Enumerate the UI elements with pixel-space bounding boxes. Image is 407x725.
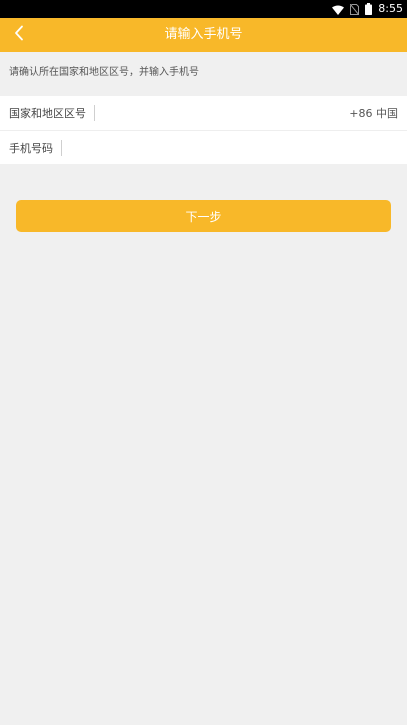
phone-row: 手机号码	[0, 130, 407, 164]
status-bar: 8:55	[0, 0, 407, 18]
region-label: 国家和地区区号	[9, 107, 86, 120]
no-sim-icon	[349, 0, 360, 19]
phone-form: 国家和地区区号 +86 中国 手机号码	[0, 96, 407, 164]
region-value: +86 中国	[349, 107, 398, 120]
phone-label: 手机号码	[9, 141, 53, 155]
phone-input[interactable]	[70, 135, 398, 160]
status-icons: 8:55	[332, 0, 403, 18]
status-time: 8:55	[378, 2, 403, 15]
battery-icon	[365, 0, 373, 19]
page-title: 请输入手机号	[164, 27, 243, 42]
next-button[interactable]: 下一步	[16, 200, 391, 232]
instruction-text: 请确认所在国家和地区区号，并输入手机号	[9, 67, 199, 78]
region-divider	[94, 105, 95, 121]
wifi-icon	[332, 0, 345, 19]
phone-divider	[61, 139, 62, 156]
region-selector[interactable]: 国家和地区区号 +86 中国	[0, 96, 407, 130]
nav-bar: 请输入手机号	[0, 18, 407, 52]
